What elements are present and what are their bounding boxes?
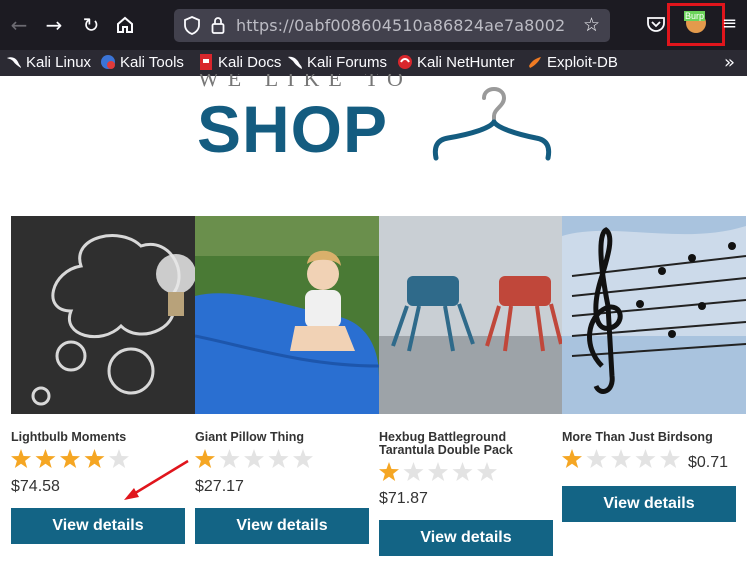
bookmark-label: Kali Linux bbox=[26, 54, 92, 71]
product-image-hexbug[interactable] bbox=[379, 216, 563, 414]
product-name: Giant Pillow Thing bbox=[195, 430, 305, 444]
product-price: $27.17 bbox=[195, 478, 244, 495]
bookmark-kali-nethunter[interactable]: Kali NetHunter bbox=[397, 53, 515, 73]
lock-icon[interactable] bbox=[211, 16, 225, 34]
view-details-button[interactable]: View details bbox=[11, 508, 185, 544]
logo-word: SHOP bbox=[197, 92, 389, 166]
product-image-birdsong[interactable] bbox=[562, 216, 746, 414]
star-rating bbox=[562, 449, 680, 468]
url-text[interactable]: https://0abf008604510a86824ae7a8002d005d… bbox=[236, 16, 566, 36]
bookmark-label: Exploit-DB bbox=[547, 54, 618, 71]
tracking-shield-icon[interactable] bbox=[184, 16, 200, 35]
star-filled-icon bbox=[84, 449, 105, 468]
star-rating bbox=[195, 449, 313, 468]
bookmark-exploit-db[interactable]: Exploit-DB bbox=[527, 53, 618, 73]
star-empty-icon bbox=[660, 449, 680, 468]
kali-dragon-icon bbox=[7, 57, 21, 68]
home-icon[interactable] bbox=[112, 12, 138, 38]
bookmark-label: Kali NetHunter bbox=[417, 54, 515, 71]
bookmark-label: Kali Forums bbox=[307, 54, 388, 71]
back-arrow-icon[interactable]: ← bbox=[6, 12, 32, 38]
logo-tagline-text: WE LIKE TO bbox=[198, 74, 412, 90]
product-price: $74.58 bbox=[11, 478, 60, 495]
browser-toolbar: ← → ↻ https://0abf008604510a86824ae7a800… bbox=[0, 0, 747, 50]
star-filled-icon bbox=[379, 462, 399, 481]
bookmarks-bar: Kali Linux Kali Tools Kali Docs Kali For… bbox=[0, 50, 747, 76]
burp-extension-icon[interactable]: Burp bbox=[684, 11, 706, 33]
star-empty-icon bbox=[293, 449, 313, 468]
star-filled-icon bbox=[562, 449, 582, 468]
star-empty-icon bbox=[428, 462, 448, 481]
address-bar[interactable]: https://0abf008604510a86824ae7a8002d005d… bbox=[174, 9, 610, 42]
bookmark-star-icon[interactable]: ☆ bbox=[583, 14, 600, 36]
star-empty-icon bbox=[268, 449, 289, 468]
nethunter-icon bbox=[398, 55, 412, 69]
star-empty-icon bbox=[109, 449, 129, 468]
star-filled-icon bbox=[195, 449, 215, 468]
star-rating bbox=[11, 449, 129, 468]
star-empty-icon bbox=[477, 462, 497, 481]
star-rating bbox=[379, 462, 497, 481]
bookmark-kali-docs[interactable]: Kali Docs bbox=[198, 53, 281, 73]
burp-extension-label: Burp bbox=[684, 11, 706, 21]
star-empty-icon bbox=[635, 449, 656, 468]
bookmarks-overflow-chevron-icon[interactable]: » bbox=[724, 52, 735, 73]
bookmark-kali-linux[interactable]: Kali Linux bbox=[6, 53, 91, 73]
forward-arrow-icon[interactable]: → bbox=[41, 12, 67, 38]
star-filled-icon bbox=[11, 449, 31, 468]
star-empty-icon bbox=[452, 462, 473, 481]
star-empty-icon bbox=[611, 449, 631, 468]
kali-forums-icon bbox=[288, 56, 302, 69]
view-details-button[interactable]: View details bbox=[195, 508, 369, 544]
hanger-icon bbox=[432, 87, 552, 161]
bookmark-label: Kali Tools bbox=[120, 54, 184, 71]
product-image-lightbulb[interactable] bbox=[11, 216, 195, 414]
bookmark-kali-tools[interactable]: Kali Tools bbox=[100, 53, 184, 73]
product-price: $0.71 bbox=[688, 454, 729, 471]
star-filled-icon bbox=[60, 449, 80, 468]
highlighted-extension: Burp bbox=[667, 3, 725, 46]
star-empty-icon bbox=[219, 449, 240, 468]
pocket-icon[interactable] bbox=[646, 14, 666, 34]
product-name: Lightbulb Moments bbox=[11, 430, 127, 444]
reload-icon[interactable]: ↻ bbox=[78, 12, 104, 38]
bookmark-label: Kali Docs bbox=[218, 54, 282, 71]
kali-tools-icon bbox=[101, 55, 115, 69]
star-empty-icon bbox=[586, 449, 607, 468]
product-price: $71.87 bbox=[379, 490, 428, 507]
exploit-db-icon bbox=[529, 57, 541, 68]
product-image-giant-pillow[interactable] bbox=[195, 216, 379, 414]
star-empty-icon bbox=[403, 462, 424, 481]
hamburger-menu-icon[interactable]: ≡ bbox=[722, 14, 740, 34]
view-details-button[interactable]: View details bbox=[562, 486, 736, 522]
bookmark-kali-forums[interactable]: Kali Forums bbox=[287, 53, 387, 73]
product-name: Hexbug Battleground Tarantula Double Pac… bbox=[379, 430, 513, 457]
kali-docs-icon bbox=[200, 54, 212, 70]
star-empty-icon bbox=[244, 449, 264, 468]
star-filled-icon bbox=[35, 449, 56, 468]
logo-tagline: WE LIKE TO bbox=[198, 74, 428, 90]
product-name: More Than Just Birdsong bbox=[562, 430, 713, 444]
view-details-button[interactable]: View details bbox=[379, 520, 553, 556]
